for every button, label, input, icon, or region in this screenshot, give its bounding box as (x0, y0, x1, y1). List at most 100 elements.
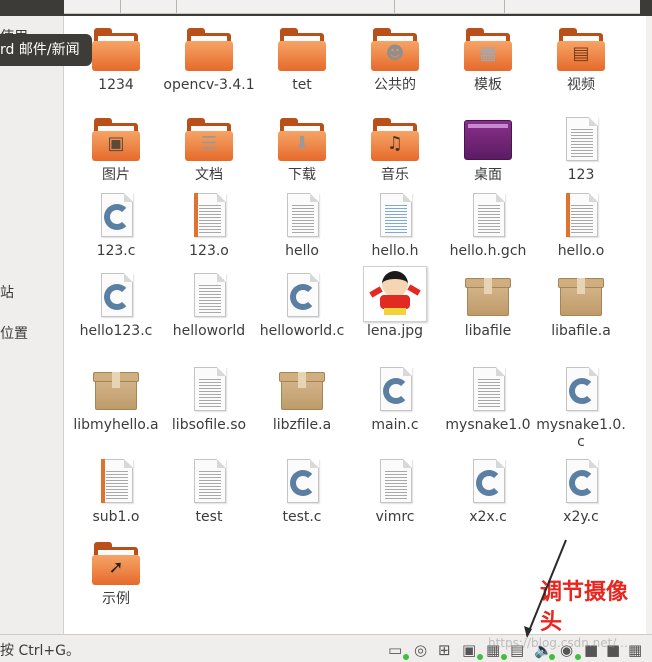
file-name: lena.jpg (366, 323, 424, 339)
file-name: libzfile.a (272, 417, 332, 433)
archive-package-icon (278, 366, 326, 414)
file-item[interactable]: hello.h.gch (440, 192, 536, 260)
sidebar-item-location[interactable]: 位置 (0, 323, 28, 343)
file-item[interactable]: ➚ 示例 (68, 540, 164, 608)
file-name: 123 (567, 167, 595, 183)
folder-icon: ⬇ (278, 116, 326, 164)
text-file-icon (185, 366, 233, 414)
text-file-icon (185, 458, 233, 506)
file-name: 文档 (195, 167, 223, 183)
network-icon[interactable]: ▣ (462, 640, 483, 660)
image-thumbnail-icon (363, 266, 427, 322)
file-item[interactable]: libmyhello.a (68, 366, 164, 434)
object-file-icon (185, 192, 233, 240)
file-item[interactable]: ⬇ 下载 (254, 116, 350, 184)
file-name: hello.h.gch (449, 243, 527, 259)
folder-icon: ▤ (557, 26, 605, 74)
text-file-icon (185, 272, 233, 320)
file-item[interactable]: opencv-3.4.1 (161, 26, 257, 94)
file-item[interactable]: hello (254, 192, 350, 260)
file-grid: 1234 opencv-3.4.1 tet ☻ 公共的 ▦ 模板 ▤ 视频 ▣ 图片 ☰ 文档 ⬇ 下载 ♫ 音… (64, 16, 646, 634)
folder-icon: ☻ (371, 26, 419, 74)
watermark: https://blog.csdn.net/... (488, 636, 628, 650)
usb-icon[interactable]: ⊞ (438, 640, 458, 659)
file-name: 模板 (474, 77, 502, 93)
header-file-icon (371, 192, 419, 240)
film-icon: ▤ (572, 42, 590, 64)
places-sidebar: 使用 站 位置 (0, 16, 64, 634)
file-name: helloworld.c (259, 323, 345, 339)
file-name: 123.o (189, 243, 229, 259)
file-item[interactable]: hello.h (347, 192, 443, 260)
file-name: libmyhello.a (73, 417, 159, 433)
window-top-strip (0, 0, 652, 16)
file-item[interactable]: sub1.o (68, 458, 164, 526)
file-item[interactable]: helloworld.c (254, 272, 350, 340)
file-item[interactable]: hello.o (533, 192, 629, 260)
file-item[interactable]: ☻ 公共的 (347, 26, 443, 94)
file-item[interactable]: ▦ 模板 (440, 26, 536, 94)
file-name: 桌面 (474, 167, 502, 183)
file-name: libafile (464, 323, 512, 339)
file-item[interactable]: libafile (440, 272, 536, 340)
c-source-file-icon (557, 458, 605, 506)
file-item[interactable]: 桌面 (440, 116, 536, 184)
file-item[interactable]: ☰ 文档 (161, 116, 257, 184)
file-name: opencv-3.4.1 (163, 77, 255, 93)
file-item[interactable]: libsofile.so (161, 366, 257, 434)
photo-icon: ▣ (107, 132, 125, 154)
sidebar-item-site[interactable]: 站 (0, 282, 14, 302)
file-name: x2y.c (563, 509, 599, 525)
file-name: 示例 (102, 591, 130, 607)
scrollbar[interactable] (646, 16, 652, 634)
optical-disc-icon[interactable]: ◎ (414, 640, 434, 659)
file-name: vimrc (375, 509, 415, 525)
document-icon: ☰ (200, 132, 218, 154)
text-file-icon (464, 366, 512, 414)
archive-package-icon (557, 272, 605, 320)
file-item[interactable]: test (161, 458, 257, 526)
file-item[interactable]: vimrc (347, 458, 443, 526)
folder-icon: ➚ (92, 540, 140, 588)
file-item[interactable]: libafile.a (533, 272, 629, 340)
folder-icon: ▦ (464, 26, 512, 74)
archive-package-icon (92, 366, 140, 414)
file-item[interactable]: x2y.c (533, 458, 629, 526)
file-item[interactable]: test.c (254, 458, 350, 526)
hard-disk-icon[interactable]: ▭ (388, 640, 409, 660)
file-item[interactable]: libzfile.a (254, 366, 350, 434)
file-item[interactable]: 123.o (161, 192, 257, 260)
object-file-icon (557, 192, 605, 240)
text-file-icon (557, 116, 605, 164)
file-item[interactable]: ▣ 图片 (68, 116, 164, 184)
file-item[interactable]: 123.c (68, 192, 164, 260)
file-item[interactable]: helloworld (161, 272, 257, 340)
file-name: mysnake1.0.c (536, 417, 626, 450)
annotation-line-1: 调节摄像 (540, 580, 629, 605)
c-source-file-icon (464, 458, 512, 506)
c-source-file-icon (92, 192, 140, 240)
file-name: tet (292, 77, 312, 93)
file-name: 123.c (96, 243, 136, 259)
file-item[interactable]: 123 (533, 116, 629, 184)
file-name: 视频 (567, 77, 595, 93)
file-item[interactable]: hello123.c (68, 272, 164, 340)
host-key-icon[interactable]: ▦ (628, 640, 648, 659)
folder-icon (92, 26, 140, 74)
c-source-file-icon (92, 272, 140, 320)
file-item[interactable]: mysnake1.0.c (533, 366, 629, 451)
file-name: libafile.a (551, 323, 611, 339)
file-item[interactable]: ▤ 视频 (533, 26, 629, 94)
file-item[interactable]: tet (254, 26, 350, 94)
file-item[interactable]: x2x.c (440, 458, 536, 526)
text-file-icon (278, 192, 326, 240)
file-item[interactable]: ♫ 音乐 (347, 116, 443, 184)
desktop-folder-icon (464, 116, 512, 164)
file-name: hello123.c (79, 323, 153, 339)
file-name: hello.o (557, 243, 605, 259)
file-item[interactable]: main.c (347, 366, 443, 434)
file-item[interactable]: lena.jpg (347, 266, 443, 340)
file-name: x2x.c (469, 509, 507, 525)
file-name: mysnake1.0 (445, 417, 531, 433)
file-item[interactable]: mysnake1.0 (440, 366, 536, 434)
